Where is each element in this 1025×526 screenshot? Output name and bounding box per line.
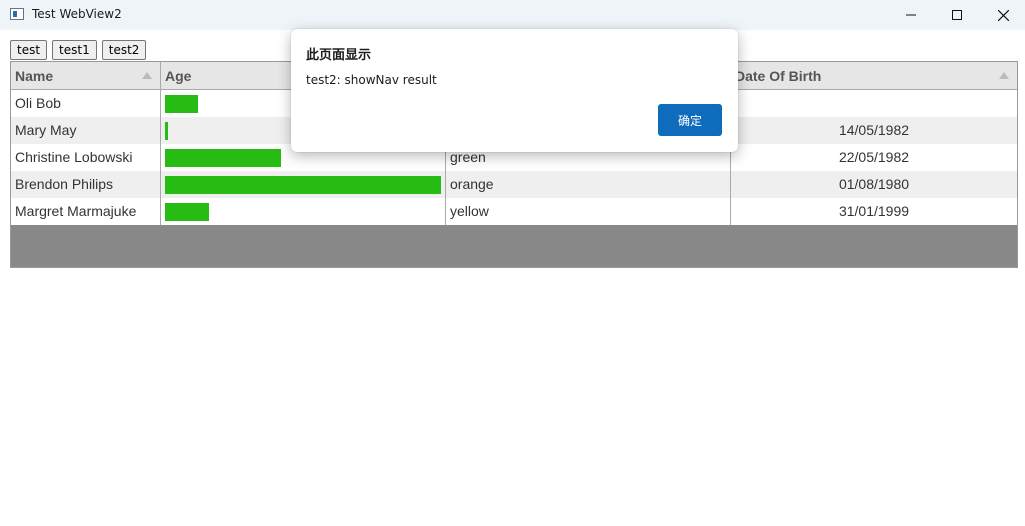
test2-button[interactable]: test2 [101, 40, 147, 60]
cell-dob: 14/05/1982 [838, 122, 910, 138]
cell-name: Mary May [11, 117, 161, 144]
sort-arrow-icon [142, 72, 152, 79]
column-header-dob[interactable]: Date Of Birth [731, 62, 1017, 89]
cell-age [161, 198, 446, 225]
window-title: Test WebView2 [32, 7, 122, 21]
test-button[interactable]: test [10, 40, 48, 60]
age-progress-bar [165, 122, 168, 140]
cell-dob [731, 90, 1017, 117]
sort-arrow-icon [999, 72, 1009, 79]
close-button[interactable] [980, 0, 1025, 30]
column-header-name[interactable]: Name [11, 62, 161, 89]
cell-color: orange [446, 171, 731, 198]
table-row[interactable]: Brendon Philips orange 01/08/1980 [11, 171, 1017, 198]
cell-dob: 01/08/1980 [838, 176, 910, 192]
minimize-button[interactable] [888, 0, 934, 30]
table-row[interactable]: Margret Marmajuke yellow 31/01/1999 [11, 198, 1017, 225]
cell-name: Christine Lobowski [11, 144, 161, 171]
maximize-button[interactable] [934, 0, 980, 30]
dialog-message: test2: showNav result [306, 73, 437, 87]
dialog-ok-button[interactable]: 确定 [658, 104, 722, 136]
column-header-label: Name [15, 68, 54, 84]
age-progress-bar [165, 203, 209, 221]
age-progress-bar [165, 176, 441, 194]
age-progress-bar [165, 149, 281, 167]
maximize-icon [952, 10, 962, 20]
cell-dob: 31/01/1999 [838, 203, 910, 219]
minimize-icon [906, 14, 916, 16]
dialog-title: 此页面显示 [306, 48, 372, 63]
cell-name: Oli Bob [11, 90, 161, 117]
toolbar: test test1 test2 [10, 40, 147, 60]
column-header-label: Age [165, 68, 192, 84]
cell-name: Margret Marmajuke [11, 198, 161, 225]
cell-color: yellow [446, 198, 731, 225]
age-progress-bar [165, 95, 198, 113]
test1-button[interactable]: test1 [52, 40, 97, 60]
cell-age [161, 171, 446, 198]
title-bar: Test WebView2 [0, 0, 1025, 30]
table-footer [11, 225, 1017, 267]
cell-dob: 22/05/1982 [838, 149, 910, 165]
cell-name: Brendon Philips [11, 171, 161, 198]
alert-dialog: 此页面显示 test2: showNav result 确定 [291, 29, 738, 152]
app-window-icon [10, 8, 24, 20]
close-icon [997, 9, 1009, 21]
column-header-label: Date Of Birth [735, 68, 822, 84]
